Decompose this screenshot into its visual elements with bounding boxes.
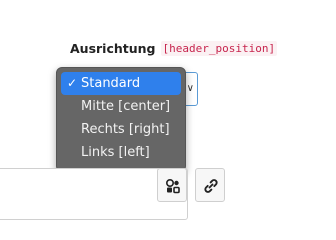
option-label: Standard [81,76,141,91]
option-label: Mitte [center] [81,99,171,114]
option-label: Links [left] [81,145,150,160]
field-label-name: Ausrichtung [70,40,156,56]
checkmark-icon: ✓ [67,76,78,90]
field-label-key: [header_position] [160,40,278,56]
option-label: Rechts [right] [81,122,170,137]
gallery-icon [165,178,180,194]
gallery-button[interactable] [157,168,187,202]
chevron-down-icon[interactable]: ∨ [187,82,194,96]
link-icon [204,179,218,193]
option-right[interactable]: Rechts [right] [61,118,181,141]
link-button[interactable] [195,168,225,202]
option-center[interactable]: Mitte [center] [61,95,181,118]
option-left[interactable]: Links [left] [61,141,181,164]
option-standard[interactable]: ✓ Standard [61,72,181,95]
alignment-dropdown-list: ✓ Standard Mitte [center] Rechts [right]… [56,67,186,172]
field-label: Ausrichtung [header_position] [70,40,278,56]
